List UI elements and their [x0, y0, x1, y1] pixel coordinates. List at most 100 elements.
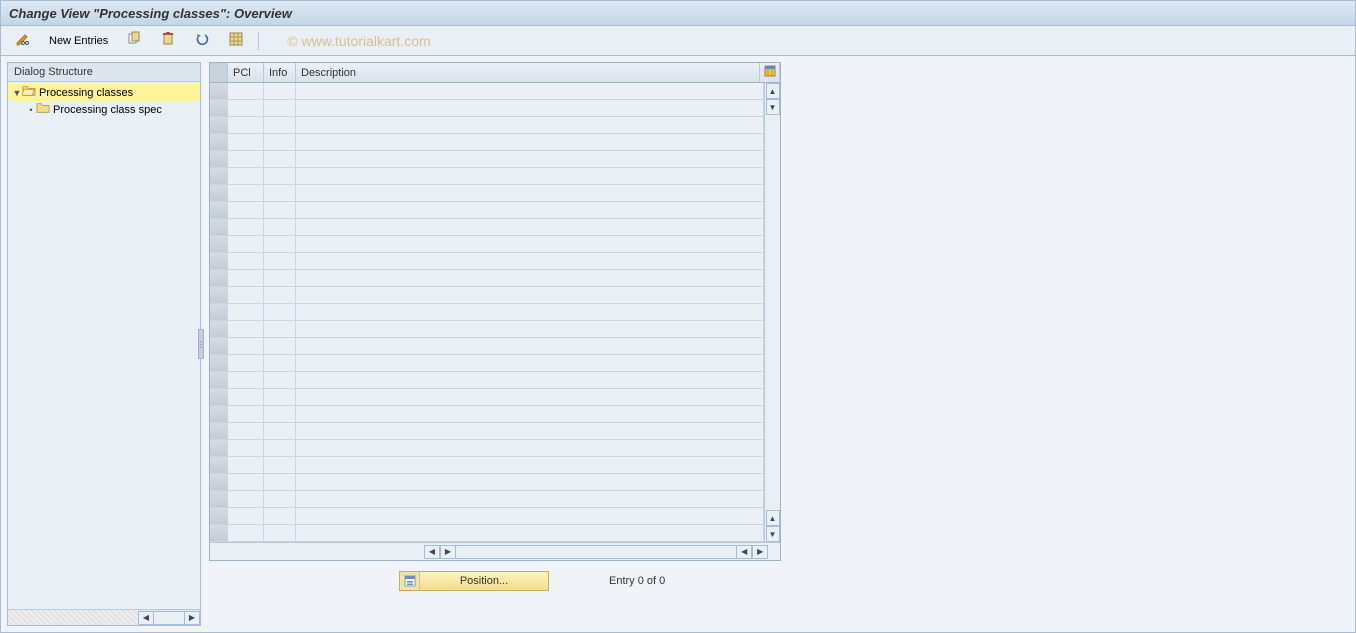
tree-item-processing-classes[interactable]: ▼ Processing classes [8, 84, 200, 101]
row-selector[interactable] [210, 185, 228, 201]
table-row[interactable] [210, 287, 764, 304]
row-selector-header[interactable] [210, 63, 228, 82]
scroll-right-button[interactable]: ▶ [184, 611, 200, 625]
cell-description[interactable] [296, 100, 764, 116]
table-row[interactable] [210, 457, 764, 474]
cell-info[interactable] [264, 168, 296, 184]
cell-pcl[interactable] [228, 270, 264, 286]
tree-expander-icon[interactable]: ▼ [12, 88, 22, 98]
cell-info[interactable] [264, 185, 296, 201]
cell-info[interactable] [264, 270, 296, 286]
row-selector[interactable] [210, 270, 228, 286]
cell-info[interactable] [264, 117, 296, 133]
cell-description[interactable] [296, 406, 764, 422]
hscroll-right-button[interactable]: ▶ [752, 545, 768, 559]
cell-pcl[interactable] [228, 457, 264, 473]
cell-pcl[interactable] [228, 236, 264, 252]
new-entries-button[interactable]: New Entries [43, 33, 114, 49]
scroll-left-button[interactable]: ◀ [138, 611, 154, 625]
table-row[interactable] [210, 134, 764, 151]
cell-pcl[interactable] [228, 525, 264, 541]
cell-description[interactable] [296, 117, 764, 133]
cell-pcl[interactable] [228, 423, 264, 439]
table-row[interactable] [210, 151, 764, 168]
sidebar-horizontal-scrollbar[interactable]: ◀ ▶ [8, 609, 200, 625]
table-row[interactable] [210, 321, 764, 338]
row-selector[interactable] [210, 321, 228, 337]
cell-info[interactable] [264, 287, 296, 303]
tree-item-processing-class-spec[interactable]: • Processing class spec [8, 101, 200, 118]
cell-description[interactable] [296, 134, 764, 150]
cell-description[interactable] [296, 355, 764, 371]
cell-description[interactable] [296, 287, 764, 303]
cell-info[interactable] [264, 423, 296, 439]
cell-description[interactable] [296, 525, 764, 541]
cell-pcl[interactable] [228, 491, 264, 507]
row-selector[interactable] [210, 525, 228, 541]
cell-pcl[interactable] [228, 355, 264, 371]
cell-pcl[interactable] [228, 134, 264, 150]
cell-pcl[interactable] [228, 168, 264, 184]
table-row[interactable] [210, 219, 764, 236]
cell-description[interactable] [296, 304, 764, 320]
cell-description[interactable] [296, 236, 764, 252]
row-selector[interactable] [210, 457, 228, 473]
cell-pcl[interactable] [228, 151, 264, 167]
splitter-handle[interactable]: ⋮ [198, 329, 204, 359]
cell-pcl[interactable] [228, 474, 264, 490]
cell-pcl[interactable] [228, 219, 264, 235]
cell-info[interactable] [264, 372, 296, 388]
table-row[interactable] [210, 117, 764, 134]
table-row[interactable] [210, 338, 764, 355]
row-selector[interactable] [210, 117, 228, 133]
table-row[interactable] [210, 525, 764, 542]
table-row[interactable] [210, 372, 764, 389]
cell-info[interactable] [264, 491, 296, 507]
cell-description[interactable] [296, 372, 764, 388]
table-row[interactable] [210, 83, 764, 100]
cell-description[interactable] [296, 338, 764, 354]
position-button[interactable]: Position... [399, 571, 549, 591]
table-row[interactable] [210, 491, 764, 508]
cell-pcl[interactable] [228, 440, 264, 456]
table-row[interactable] [210, 440, 764, 457]
column-header-description[interactable]: Description [296, 63, 760, 82]
hscroll-step-left-button[interactable]: ◀ [736, 545, 752, 559]
cell-pcl[interactable] [228, 117, 264, 133]
row-selector[interactable] [210, 83, 228, 99]
cell-pcl[interactable] [228, 321, 264, 337]
cell-description[interactable] [296, 185, 764, 201]
cell-info[interactable] [264, 304, 296, 320]
copy-button[interactable] [120, 29, 148, 52]
table-row[interactable] [210, 304, 764, 321]
cell-info[interactable] [264, 83, 296, 99]
table-settings-button[interactable] [760, 63, 780, 82]
cell-info[interactable] [264, 525, 296, 541]
cell-pcl[interactable] [228, 202, 264, 218]
cell-description[interactable] [296, 253, 764, 269]
cell-info[interactable] [264, 389, 296, 405]
row-selector[interactable] [210, 151, 228, 167]
change-mode-button[interactable] [9, 29, 37, 52]
row-selector[interactable] [210, 372, 228, 388]
cell-pcl[interactable] [228, 389, 264, 405]
column-header-info[interactable]: Info [264, 63, 296, 82]
table-row[interactable] [210, 100, 764, 117]
table-row[interactable] [210, 202, 764, 219]
cell-pcl[interactable] [228, 100, 264, 116]
cell-info[interactable] [264, 219, 296, 235]
row-selector[interactable] [210, 338, 228, 354]
row-selector[interactable] [210, 440, 228, 456]
table-row[interactable] [210, 236, 764, 253]
cell-info[interactable] [264, 253, 296, 269]
cell-description[interactable] [296, 508, 764, 524]
table-vertical-scrollbar[interactable]: ▲ ▼ ▲ ▼ [764, 83, 780, 542]
cell-description[interactable] [296, 168, 764, 184]
cell-info[interactable] [264, 508, 296, 524]
cell-description[interactable] [296, 491, 764, 507]
cell-pcl[interactable] [228, 287, 264, 303]
row-selector[interactable] [210, 287, 228, 303]
cell-description[interactable] [296, 219, 764, 235]
table-row[interactable] [210, 406, 764, 423]
cell-pcl[interactable] [228, 406, 264, 422]
